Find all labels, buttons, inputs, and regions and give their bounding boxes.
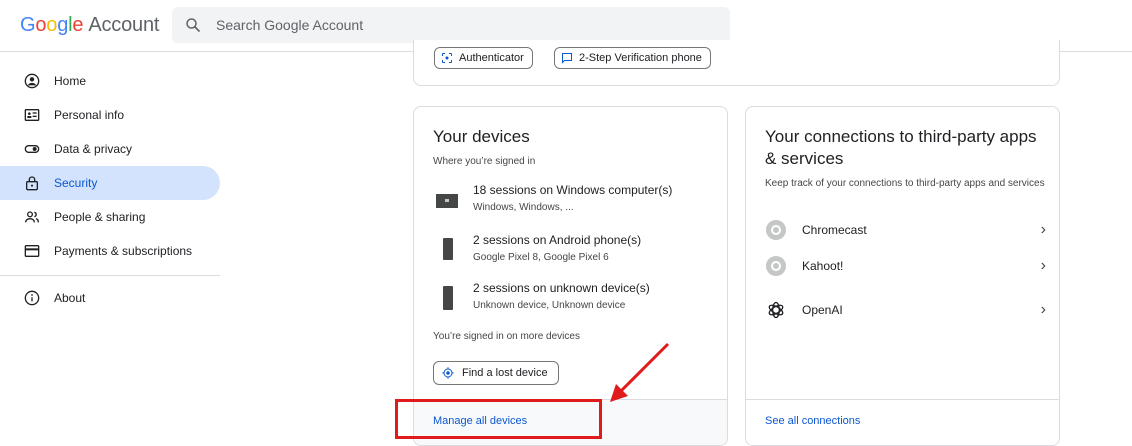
third-party-connections-card: Your connections to third-party apps & s…	[745, 106, 1060, 446]
see-all-connections-link[interactable]: See all connections	[765, 415, 860, 427]
connection-label: Kahoot!	[802, 259, 844, 273]
devices-card-footer: Manage all devices	[414, 399, 727, 445]
connection-row-chromecast[interactable]: Chromecast ›	[766, 215, 1046, 245]
devices-card-title: Your devices	[433, 127, 530, 146]
sidebar-item-label: Personal info	[54, 108, 125, 122]
logo-letter: g	[57, 14, 69, 36]
sidebar-item-payments[interactable]: Payments & subscriptions	[0, 234, 192, 268]
openai-icon	[766, 300, 786, 320]
find-lost-device-button[interactable]: Find a lost device	[433, 361, 559, 385]
sidebar-item-label: About	[54, 291, 86, 305]
lock-icon	[24, 175, 40, 191]
sidebar-item-personal-info[interactable]: Personal info	[0, 98, 124, 132]
phone-icon	[443, 238, 453, 265]
app-placeholder-icon	[766, 256, 786, 276]
phone-icon	[443, 286, 453, 315]
computer-icon	[434, 192, 460, 217]
connection-row-openai[interactable]: OpenAI ›	[766, 295, 1046, 325]
sidebar-item-label: People & sharing	[54, 210, 146, 224]
connections-card-title: Your connections to third-party apps & s…	[765, 127, 1037, 168]
sidebar-divider	[0, 275, 220, 276]
sidebar-item-home[interactable]: Home	[0, 64, 86, 98]
device-title: 2 sessions on unknown device(s)	[473, 281, 650, 295]
connection-label: OpenAI	[802, 303, 843, 317]
connections-card-subtitle: Keep track of your connections to third-…	[765, 178, 1045, 189]
authenticator-chip[interactable]: Authenticator	[434, 47, 533, 69]
sidebar-item-about[interactable]: About	[0, 281, 85, 315]
sidebar-item-label: Payments & subscriptions	[54, 244, 193, 258]
connections-card-footer: See all connections	[746, 399, 1059, 445]
sidebar-item-data-privacy[interactable]: Data & privacy	[0, 132, 132, 166]
logo-letter: o	[46, 14, 58, 36]
two-step-phone-chip[interactable]: 2-Step Verification phone	[554, 47, 711, 69]
sidebar-item-security[interactable]: Security	[0, 166, 220, 200]
chip-label: 2-Step Verification phone	[579, 52, 702, 64]
devices-card-subtitle: Where you’re signed in	[433, 156, 536, 167]
device-subtitle: Unknown device, Unknown device	[473, 300, 626, 311]
connection-label: Chromecast	[802, 223, 867, 237]
search-box[interactable]	[172, 7, 730, 43]
logo-account-text: Account	[88, 14, 160, 36]
locate-icon	[442, 367, 454, 379]
two-step-verification-card: Authenticator 2-Step Verification phone	[413, 40, 1060, 86]
your-devices-card: Your devices Where you’re signed in 18 s…	[413, 106, 728, 446]
credit-card-icon	[24, 243, 40, 259]
chevron-right-icon: ›	[1040, 221, 1046, 238]
logo-letter: e	[72, 14, 84, 36]
sidebar-item-people-sharing[interactable]: People & sharing	[0, 200, 145, 234]
search-icon[interactable]	[184, 16, 202, 39]
logo-letter: o	[35, 14, 47, 36]
device-row-unknown[interactable]: 2 sessions on unknown device(s) Unknown …	[434, 281, 724, 325]
info-icon	[24, 290, 40, 306]
find-lost-device-label: Find a lost device	[462, 367, 548, 379]
chevron-right-icon: ›	[1040, 301, 1046, 318]
more-devices-text: You’re signed in on more devices	[433, 331, 580, 342]
connection-row-kahoot[interactable]: Kahoot! ›	[766, 251, 1046, 281]
sidebar-item-label: Security	[54, 176, 98, 190]
people-icon	[24, 209, 40, 225]
account-circle-icon	[24, 73, 40, 89]
device-row-android[interactable]: 2 sessions on Android phone(s) Google Pi…	[434, 233, 724, 277]
app-placeholder-icon	[766, 220, 786, 240]
sidebar-item-label: Data & privacy	[54, 142, 133, 156]
chip-label: Authenticator	[459, 52, 524, 64]
id-card-icon	[24, 107, 40, 123]
toggle-icon	[24, 141, 40, 157]
device-subtitle: Google Pixel 8, Google Pixel 6	[473, 252, 609, 263]
sidebar-item-label: Home	[54, 74, 87, 88]
device-row-windows[interactable]: 18 sessions on Windows computer(s) Windo…	[434, 183, 724, 227]
device-title: 18 sessions on Windows computer(s)	[473, 183, 673, 197]
google-account-logo[interactable]: Google Account	[20, 14, 159, 37]
manage-all-devices-link[interactable]: Manage all devices	[433, 415, 527, 427]
message-icon	[561, 52, 573, 64]
chevron-right-icon: ›	[1040, 257, 1046, 274]
device-title: 2 sessions on Android phone(s)	[473, 233, 642, 247]
search-input[interactable]	[216, 7, 716, 43]
authenticator-icon	[441, 52, 453, 64]
logo-letter: G	[20, 14, 36, 36]
device-subtitle: Windows, Windows, ...	[473, 202, 574, 213]
